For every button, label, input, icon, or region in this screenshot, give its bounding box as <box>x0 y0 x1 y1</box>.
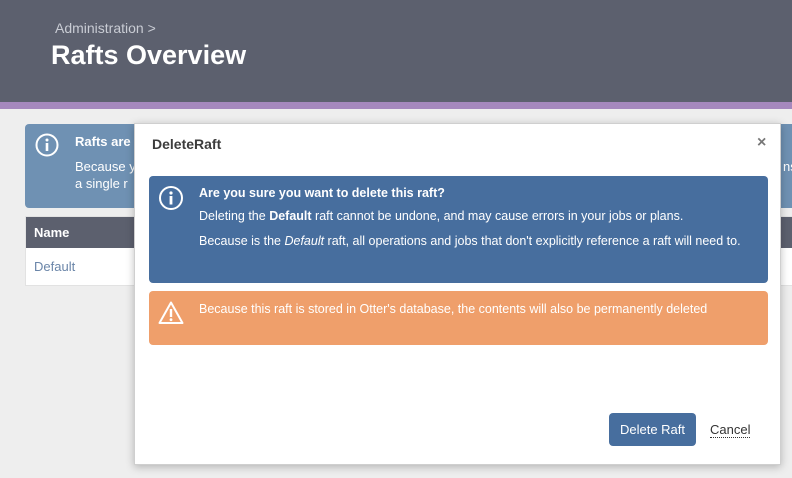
alert-text: raft, all operations and jobs that don't… <box>324 234 741 248</box>
raft-name-italic: Default <box>284 234 325 248</box>
background-info-line1-end: ns <box>783 159 792 174</box>
delete-raft-modal: DeleteRaft × Are you sure you want to de… <box>134 123 781 465</box>
background-info-line1: Because y <box>75 159 136 174</box>
raft-name-bold: Default <box>269 209 312 223</box>
header-stripe <box>0 102 792 109</box>
alert-text: Deleting the <box>199 209 270 223</box>
info-icon <box>35 133 59 157</box>
modal-title: DeleteRaft <box>152 136 222 152</box>
warning-icon <box>158 301 184 324</box>
confirm-info-alert: Are you sure you want to delete this raf… <box>149 176 768 283</box>
alert-text: raft cannot be undone, and may cause err… <box>311 209 684 223</box>
warning-alert: Because this raft is stored in Otter's d… <box>149 291 768 345</box>
close-icon[interactable]: × <box>757 134 766 152</box>
breadcrumb[interactable]: Administration > <box>55 20 156 36</box>
cancel-button[interactable]: Cancel <box>710 422 751 438</box>
background-info-line2: a single r <box>75 176 128 191</box>
warning-text: Because this raft is stored in Otter's d… <box>199 302 708 316</box>
delete-raft-button[interactable]: Delete Raft <box>609 413 696 446</box>
page-header: Administration > Rafts Overview <box>0 0 792 102</box>
alert-message-line1: Deleting the Default raft cannot be undo… <box>199 209 764 223</box>
alert-text: Because is the <box>199 234 285 248</box>
info-icon <box>159 186 183 210</box>
column-header-name[interactable]: Name <box>34 225 69 240</box>
page-title: Rafts Overview <box>51 40 247 70</box>
background-info-title: Rafts are <box>75 134 131 149</box>
table-row-link[interactable]: Default <box>34 259 75 274</box>
alert-heading: Are you sure you want to delete this raf… <box>199 186 445 200</box>
alert-message-line2: Because is the Default raft, all operati… <box>199 233 759 250</box>
